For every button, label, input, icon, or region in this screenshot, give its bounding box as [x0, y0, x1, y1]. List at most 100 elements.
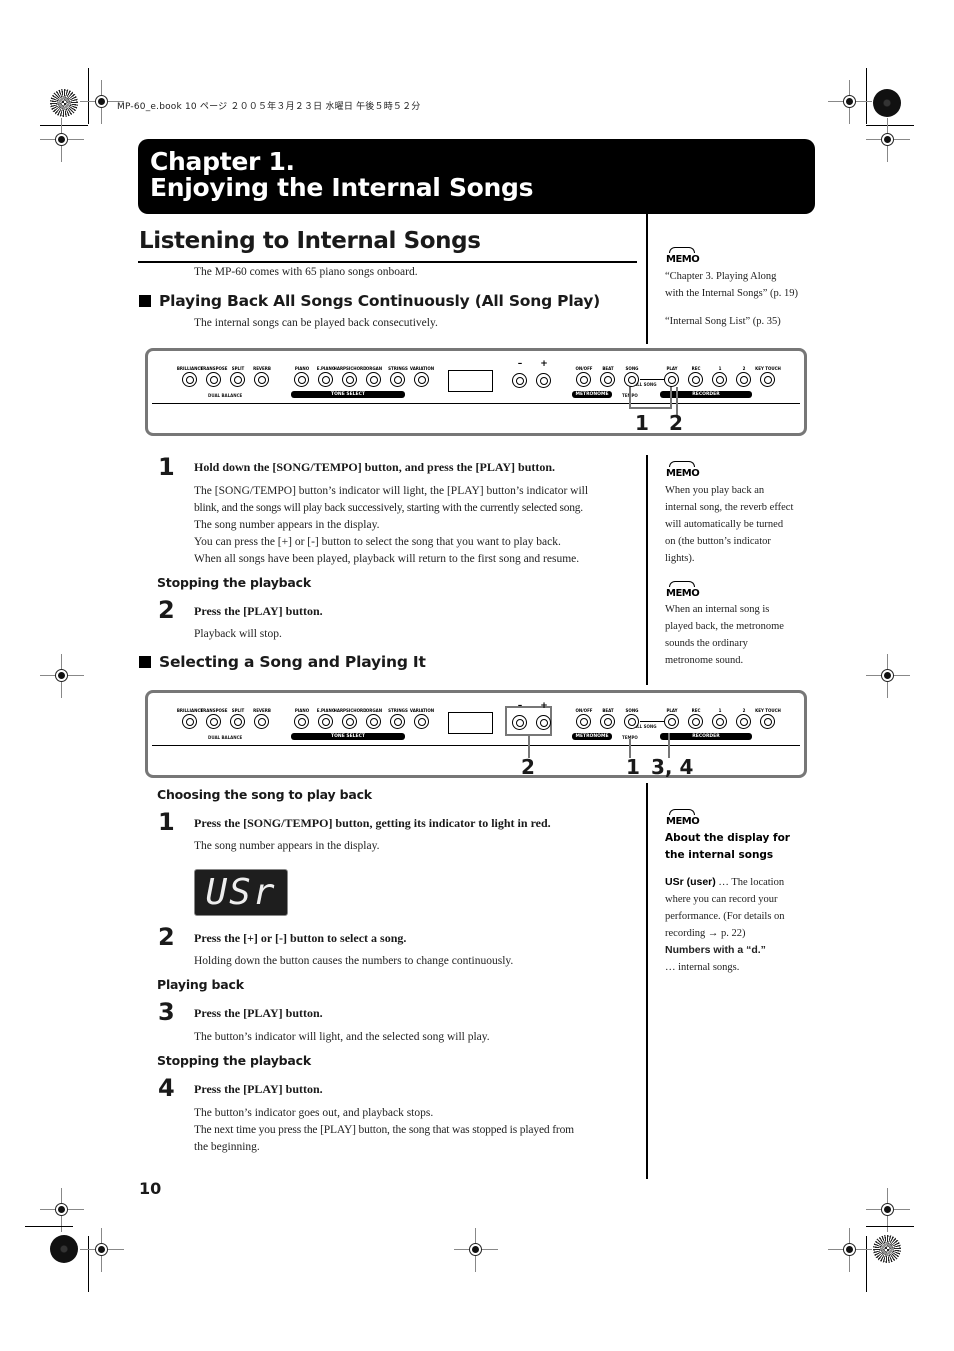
panel-button-2	[736, 372, 751, 387]
panel-button-label: KEY TOUCH	[755, 708, 781, 713]
memo-line: internal song, the reverb effect	[665, 502, 794, 513]
step-number: 3	[158, 998, 175, 1026]
section-rule	[138, 261, 637, 263]
registration-rosette-icon	[873, 1235, 901, 1263]
panel-button-harpsichord	[342, 714, 357, 729]
memo-line: with the Internal Songs” (p. 19)	[665, 288, 798, 299]
recorder-bar: RECORDER	[660, 391, 752, 398]
callout-step-1: 1	[626, 755, 640, 779]
panel-button-beat	[600, 714, 615, 729]
crop-mark	[25, 1226, 73, 1227]
memo-line: will automatically be turned	[665, 519, 784, 530]
all-song-connector	[640, 721, 664, 722]
led-display: USr	[194, 869, 288, 916]
memo-line: performance. (For details on	[665, 911, 785, 922]
step-number: 2	[158, 923, 175, 951]
panel-display	[448, 370, 493, 392]
panel-button-organ	[366, 372, 381, 387]
memo-line: sounds the ordinary	[665, 638, 748, 649]
panel-button-variation	[414, 714, 429, 729]
step-number: 1	[158, 453, 175, 481]
memo-line: recording → p. 22)	[665, 928, 746, 939]
callout-step-2: 2	[669, 411, 683, 435]
crop-mark	[866, 1226, 914, 1227]
panel-button-key-touch	[760, 372, 775, 387]
choosing-subheading: Choosing the song to play back	[157, 787, 372, 802]
panel-edge	[152, 403, 800, 404]
panel-button-beat	[600, 372, 615, 387]
panel-button-	[536, 373, 551, 388]
panel-button-on-off	[576, 372, 591, 387]
body-line: You can press the [+] or [-] button to s…	[194, 536, 561, 548]
step-title: Press the [PLAY] button.	[194, 1006, 323, 1020]
panel-button-transpose	[206, 714, 221, 729]
memo-line: on (the button’s indicator	[665, 536, 771, 547]
panel-button-e-piano	[318, 372, 333, 387]
panel-button-label: VARIATION	[409, 366, 435, 371]
panel-button-	[512, 373, 527, 388]
panel-button-rec	[688, 714, 703, 729]
memo-icon: MEMO	[666, 461, 702, 479]
playing-subheading: Playing back	[157, 977, 244, 992]
step-number: 2	[158, 596, 175, 624]
memo-line: played back, the metronome	[665, 621, 784, 632]
memo-icon: MEMO	[666, 809, 702, 827]
memo-line: … internal songs.	[665, 962, 740, 973]
column-divider	[646, 455, 648, 685]
registration-rosette-icon	[873, 89, 901, 117]
panel-button-organ	[366, 714, 381, 729]
dual-balance-label: DUAL BALANCE	[208, 393, 243, 398]
body-line: the beginning.	[194, 1141, 260, 1153]
square-bullet-icon	[139, 656, 151, 668]
memo-icon: MEMO	[666, 247, 702, 265]
heading-text: Selecting a Song and Playing It	[159, 653, 426, 671]
memo-note: When an internal song is played back, th…	[665, 601, 815, 669]
panel-button-split	[230, 714, 245, 729]
section-title: Listening to Internal Songs	[139, 228, 481, 254]
callout-line	[670, 385, 672, 408]
callout-line	[629, 385, 631, 408]
panel-button-strings	[390, 372, 405, 387]
panel-button-split	[230, 372, 245, 387]
panel-button-song	[624, 372, 639, 387]
panel-button-label: +	[540, 359, 548, 369]
stopping-subheading: Stopping the playback	[157, 575, 311, 590]
callout-step-1: 1	[635, 411, 649, 435]
recorder-bar: RECORDER	[660, 733, 752, 740]
callout-step-2: 2	[521, 755, 535, 779]
registration-mark-icon	[828, 1228, 872, 1272]
panel-button-reverb	[254, 372, 269, 387]
dual-balance-label: DUAL BALANCE	[208, 735, 243, 740]
memo-note: When you play back an internal song, the…	[665, 482, 815, 567]
panel-button-transpose	[206, 372, 221, 387]
metronome-bar: METRONOME	[572, 391, 612, 398]
memo-line: “Internal Song List” (p. 35)	[665, 316, 781, 327]
body-line: When all songs have been played, playbac…	[194, 553, 580, 565]
panel-button-variation	[414, 372, 429, 387]
panel-button-label: REVERB	[253, 708, 271, 713]
memo-line: metronome sound.	[665, 655, 744, 666]
step-body: The song number appears in the display.	[194, 840, 380, 852]
print-slug: MP-60_e.book 10 ページ ２００５年３月２３日 水曜日 午後５時５…	[117, 102, 421, 112]
memo-line: lights).	[665, 553, 695, 564]
memo-line: … The location	[715, 877, 785, 888]
panel-button-brilliance	[182, 714, 197, 729]
select-play-heading: Selecting a Song and Playing It	[139, 653, 426, 671]
memo-line: When an internal song is	[665, 604, 770, 615]
panel-button-reverb	[254, 714, 269, 729]
panel-button-	[512, 715, 527, 730]
body-line: The button’s indicator goes out, and pla…	[194, 1107, 434, 1119]
heading-text: Playing Back All Songs Continuously (All…	[159, 292, 601, 310]
memo-term: USr (user)	[665, 876, 716, 888]
memo-note: “Chapter 3. Playing Along with the Inter…	[665, 268, 815, 330]
registration-rosette-icon	[50, 1235, 78, 1263]
panel-button-harpsichord	[342, 372, 357, 387]
step-number: 4	[158, 1074, 175, 1102]
panel-display	[448, 712, 493, 734]
callout-line	[629, 407, 672, 409]
panel-button-strings	[390, 714, 405, 729]
step-number: 1	[158, 808, 175, 836]
panel-button-2	[736, 714, 751, 729]
square-bullet-icon	[139, 295, 151, 307]
panel-button-label: SONG	[625, 366, 639, 371]
